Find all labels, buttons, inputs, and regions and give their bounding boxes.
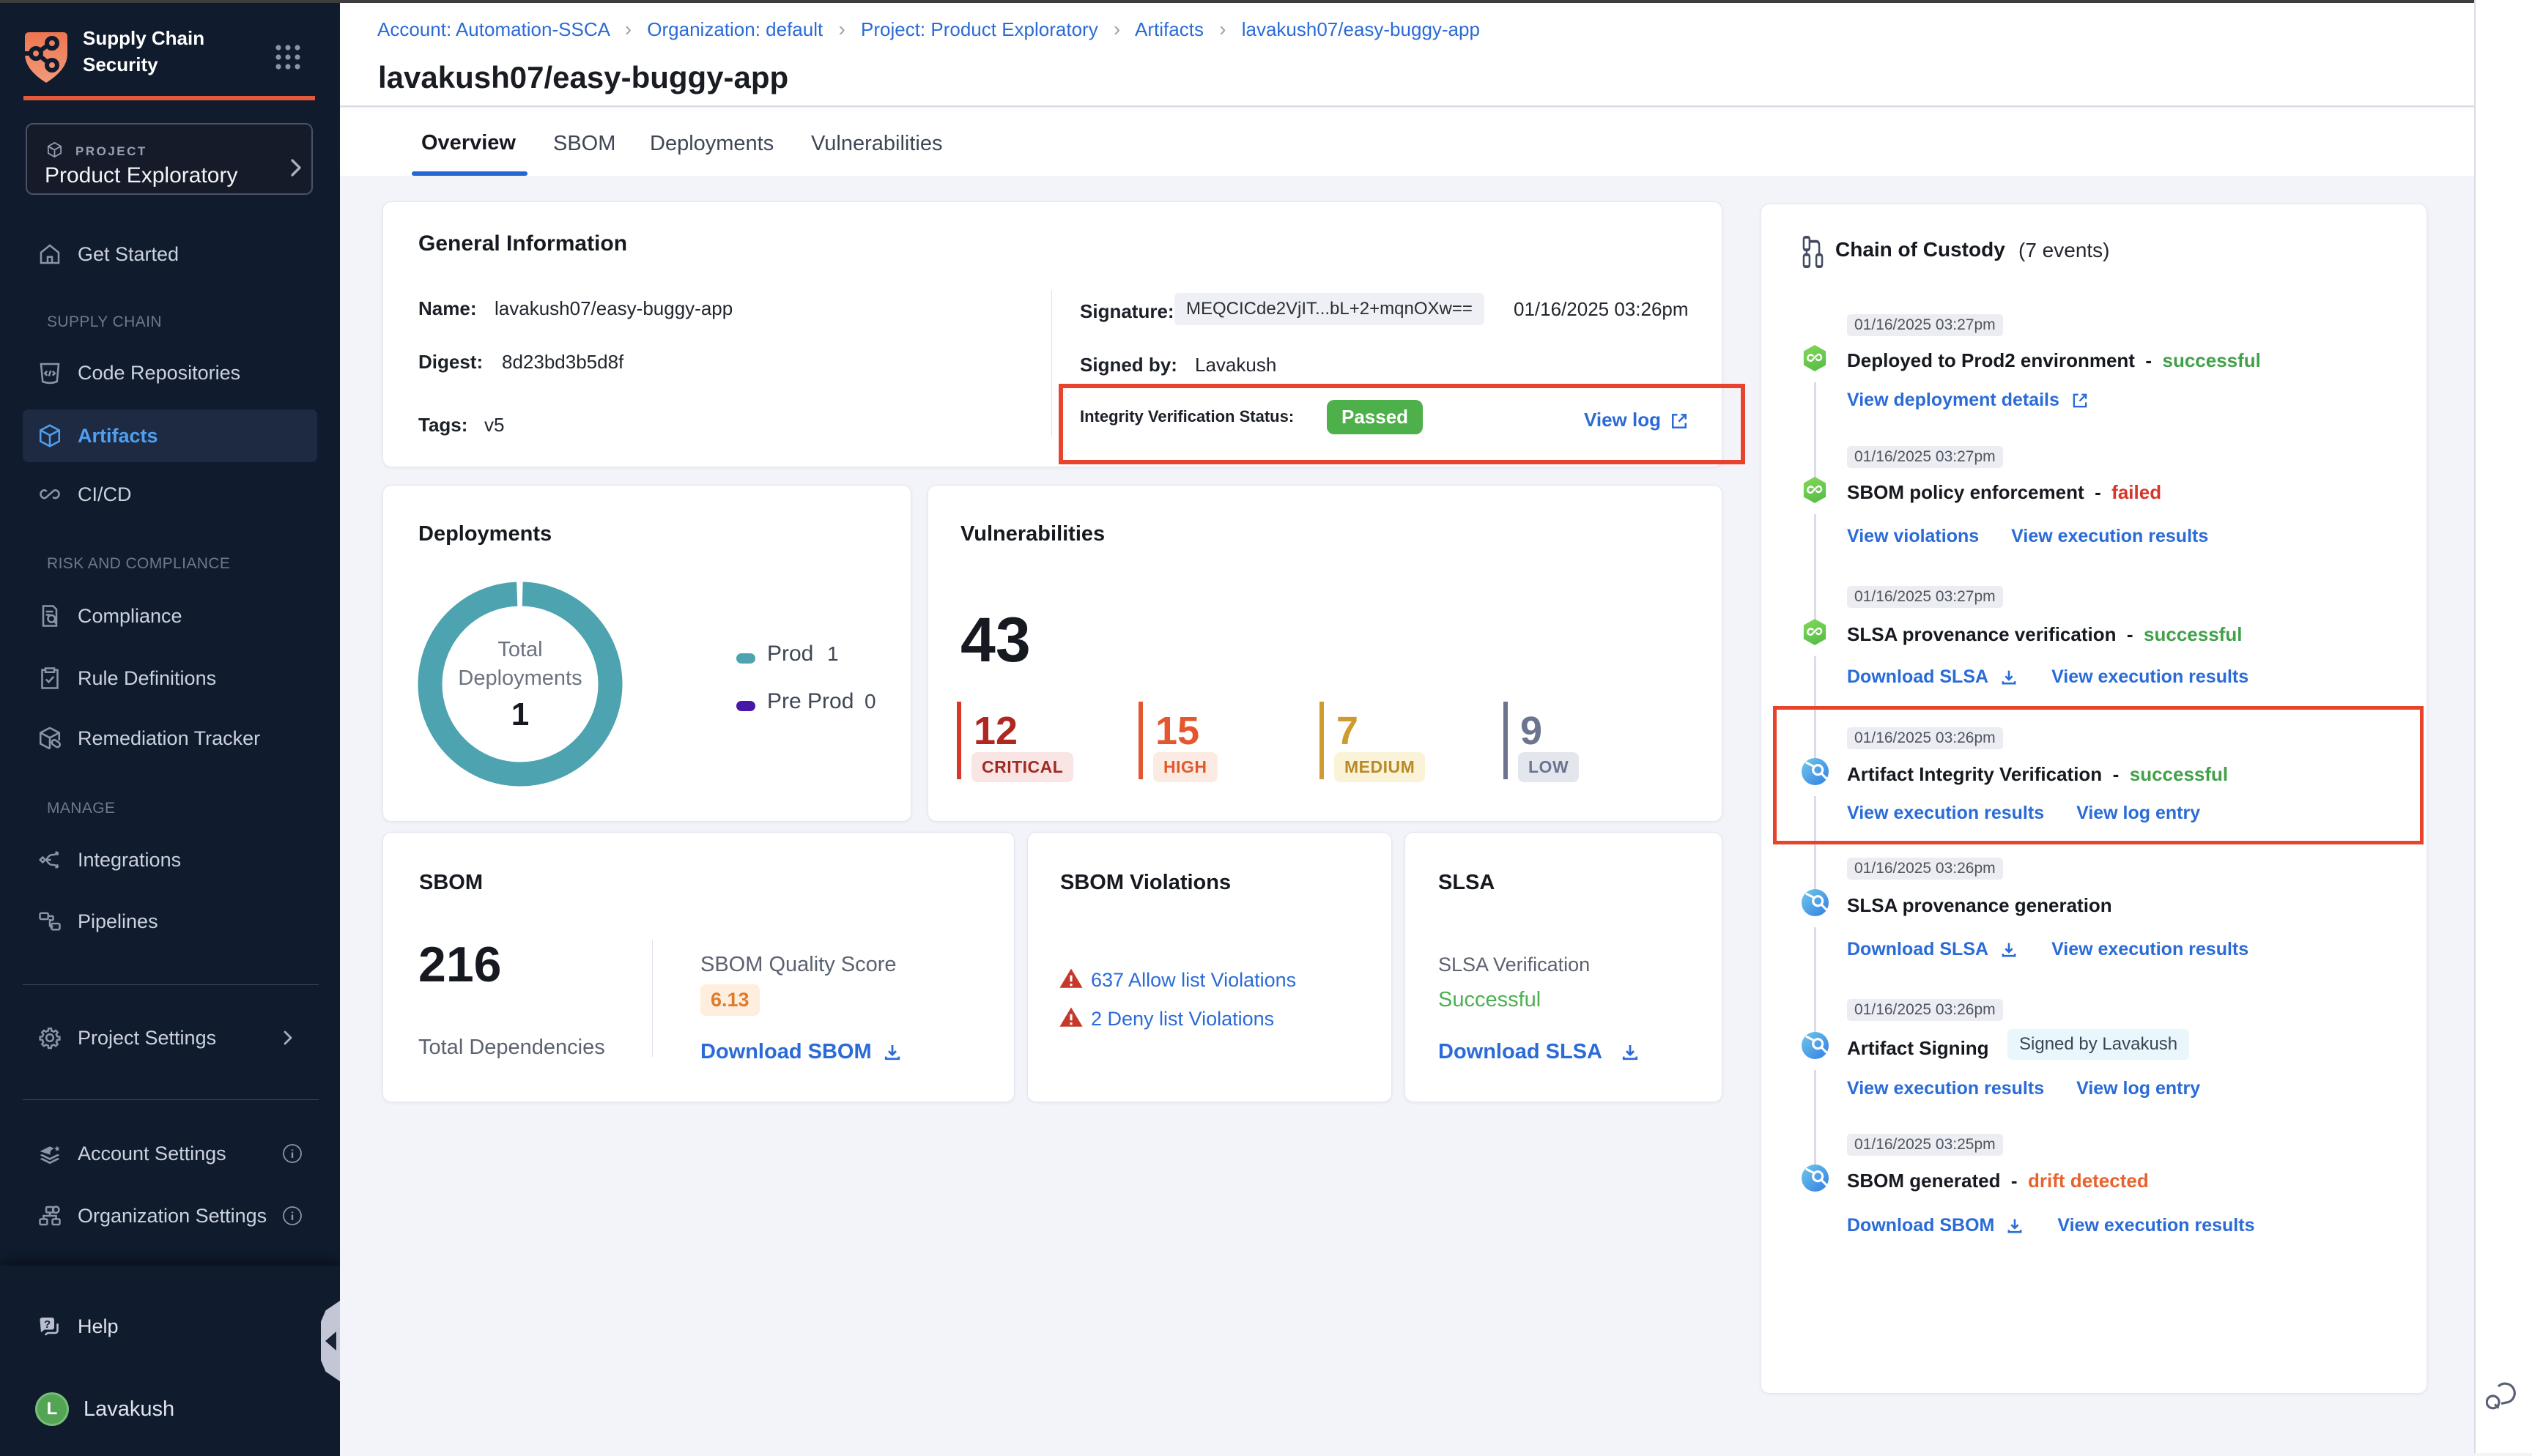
svg-text:Total: Total [497,638,542,661]
svg-text:Deployments: Deployments [458,666,582,690]
svg-text:?: ? [44,1318,51,1331]
svg-text:1: 1 [511,697,529,732]
